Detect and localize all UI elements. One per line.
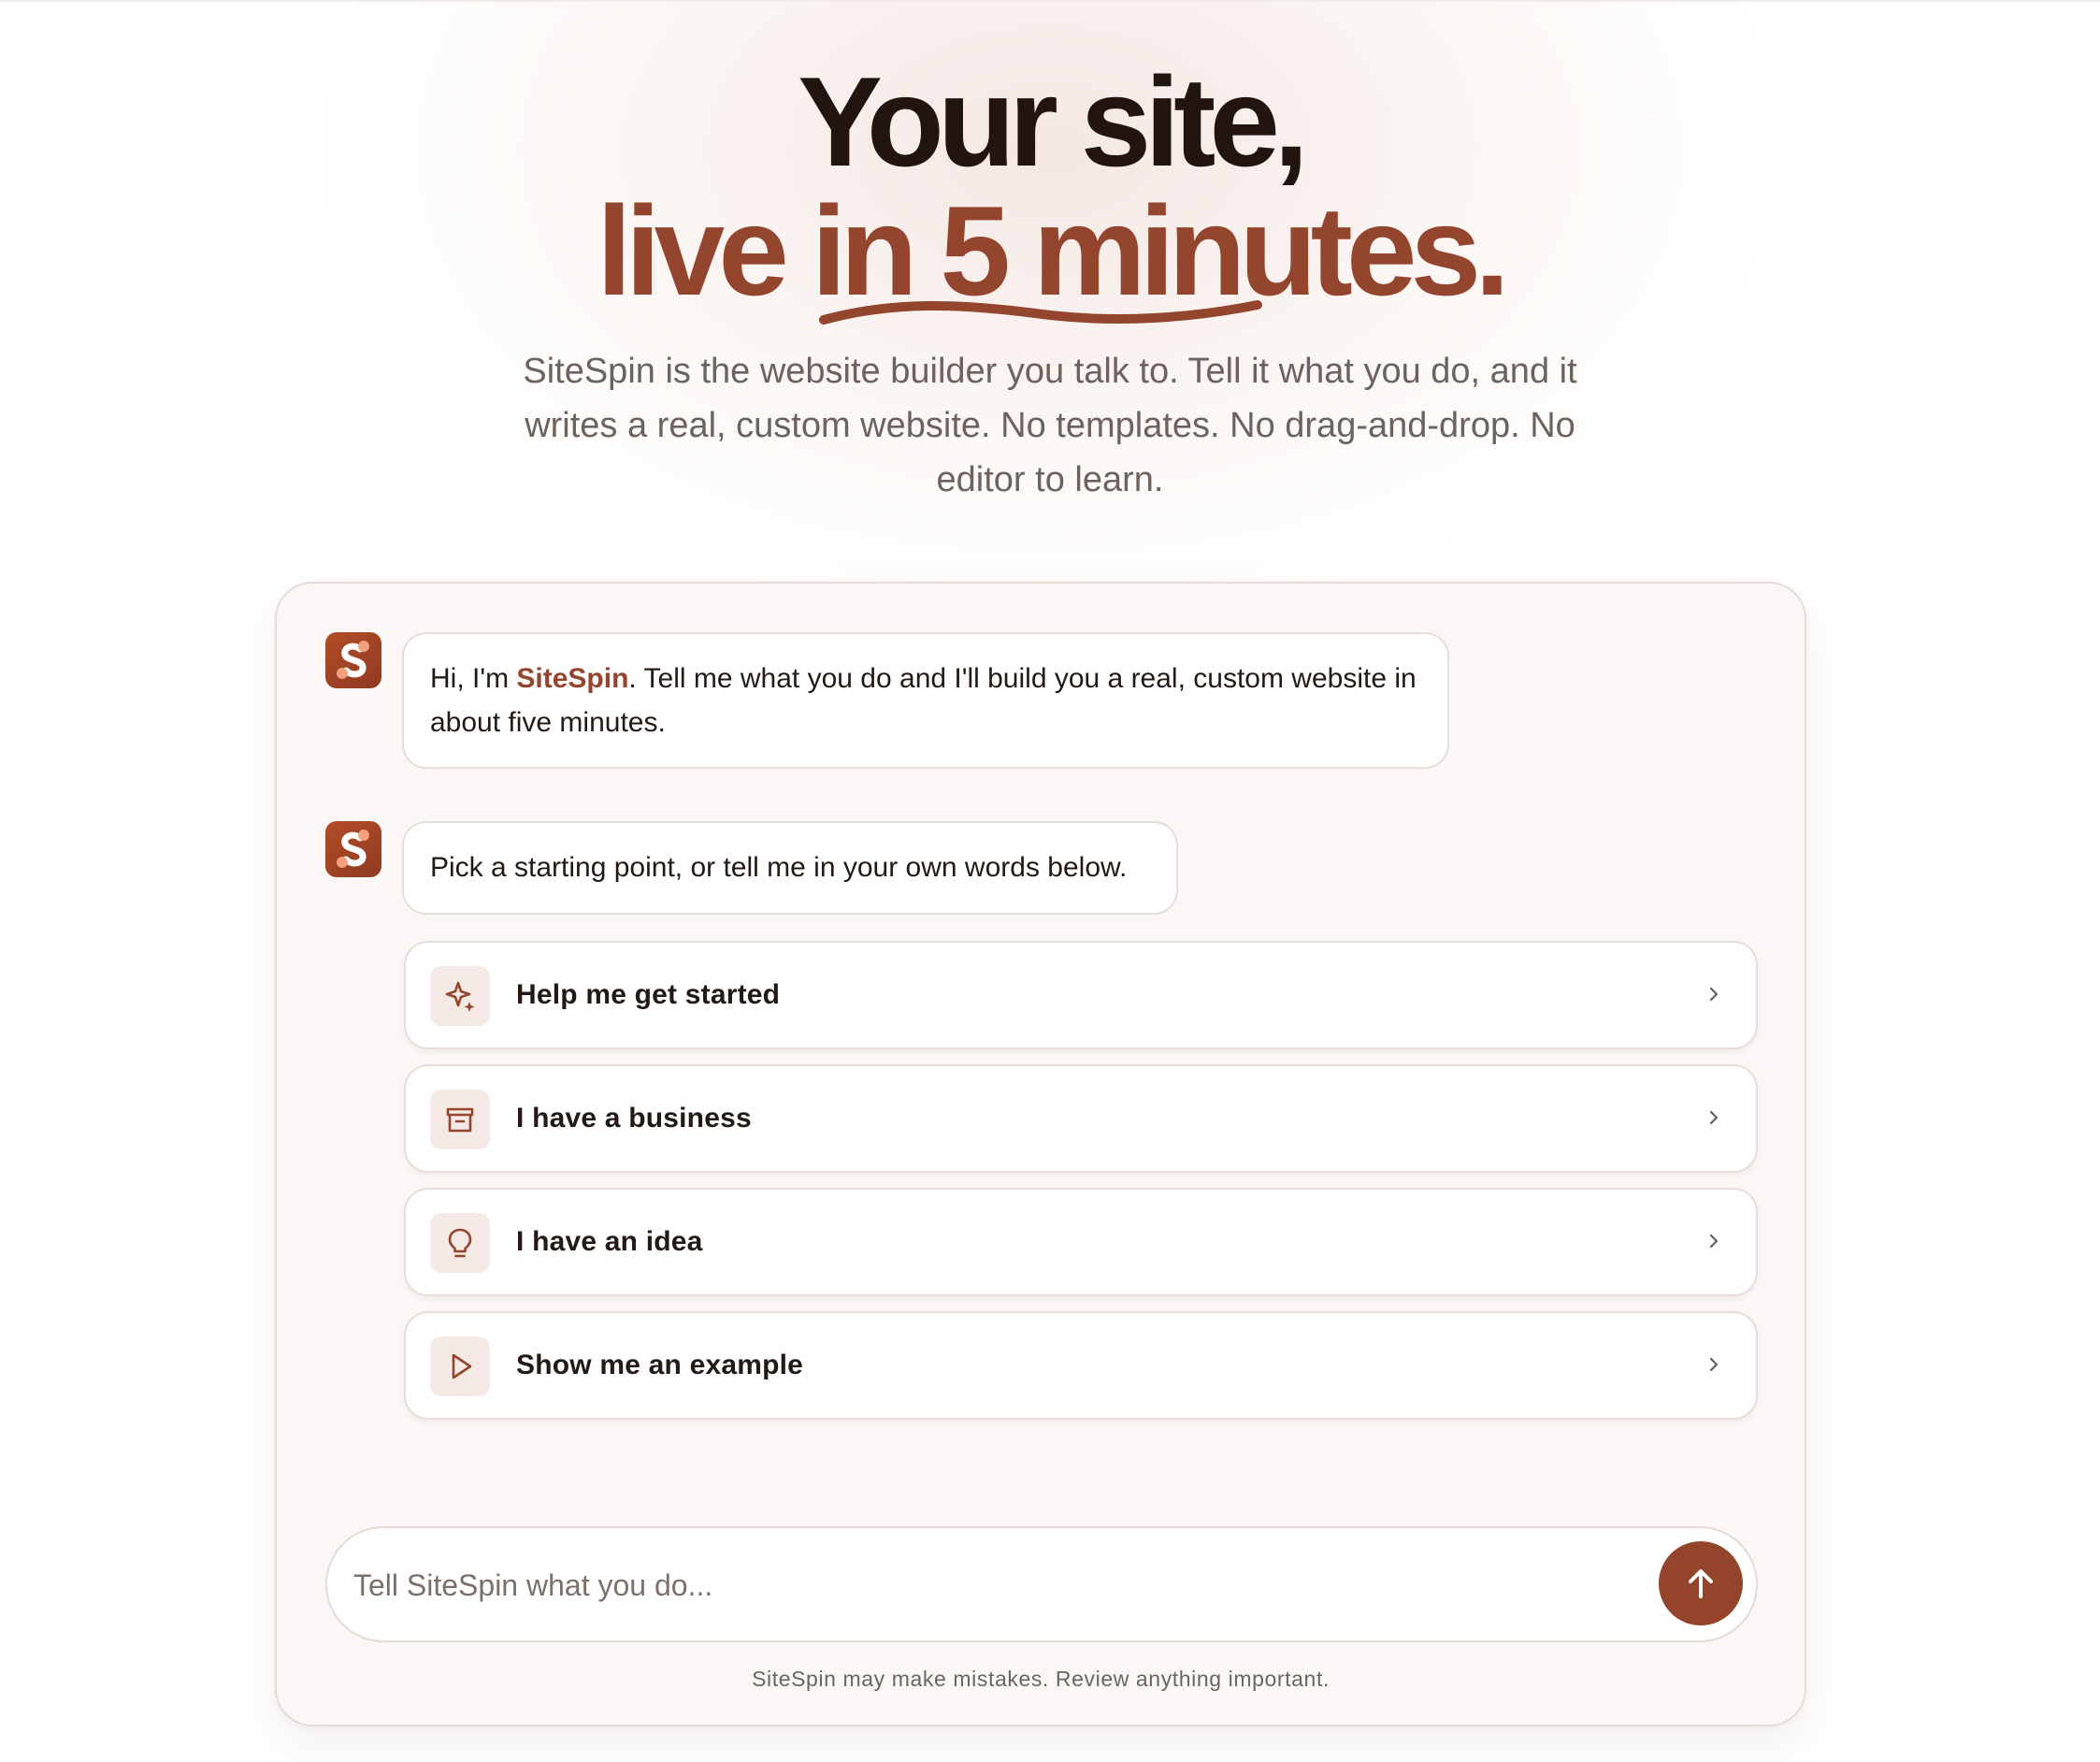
option-help-me-get-started[interactable]: Help me get started bbox=[404, 941, 1758, 1049]
option-label: Help me get started bbox=[516, 979, 781, 1010]
message-text: Hi, I'm bbox=[430, 663, 517, 694]
arrow-up-icon bbox=[1689, 1569, 1713, 1598]
option-label: I have a business bbox=[516, 1103, 752, 1134]
chevron-right-icon bbox=[1709, 1234, 1719, 1249]
chevron-right-icon bbox=[1709, 1110, 1719, 1125]
send-button[interactable] bbox=[1659, 1541, 1743, 1625]
option-i-have-an-idea[interactable]: I have an idea bbox=[404, 1188, 1758, 1296]
assistant-message-1: Hi, I'm SiteSpin. Tell me what you do an… bbox=[402, 632, 1449, 769]
top-divider bbox=[0, 0, 2100, 2]
chat-card: Hi, I'm SiteSpin. Tell me what you do an… bbox=[275, 582, 1806, 1726]
option-label: Show me an example bbox=[516, 1350, 804, 1380]
option-show-me-an-example[interactable]: Show me an example bbox=[404, 1311, 1758, 1420]
message-composer bbox=[325, 1526, 1758, 1642]
underline-swash-icon bbox=[819, 300, 1262, 325]
disclaimer-text: SiteSpin may make mistakes. Review anyth… bbox=[752, 1667, 1330, 1691]
sparkle-icon bbox=[430, 966, 490, 1026]
chevron-right-icon bbox=[1709, 987, 1719, 1002]
message-input[interactable] bbox=[352, 1549, 1571, 1622]
sitespin-logo-icon bbox=[325, 632, 381, 688]
chevron-right-icon bbox=[1709, 1357, 1719, 1372]
assistant-message-2: Pick a starting point, or tell me in you… bbox=[402, 821, 1178, 915]
sitespin-logo-icon bbox=[325, 821, 381, 877]
title-line-1: Your site, bbox=[798, 51, 1309, 193]
storefront-icon bbox=[430, 1090, 490, 1149]
hero-subtitle: SiteSpin is the website builder you talk… bbox=[523, 352, 1577, 499]
play-icon bbox=[430, 1336, 490, 1396]
brand-name: SiteSpin bbox=[516, 663, 629, 694]
lightbulb-icon bbox=[430, 1213, 490, 1273]
option-i-have-a-business[interactable]: I have a business bbox=[404, 1064, 1758, 1173]
option-label: I have an idea bbox=[516, 1226, 703, 1257]
